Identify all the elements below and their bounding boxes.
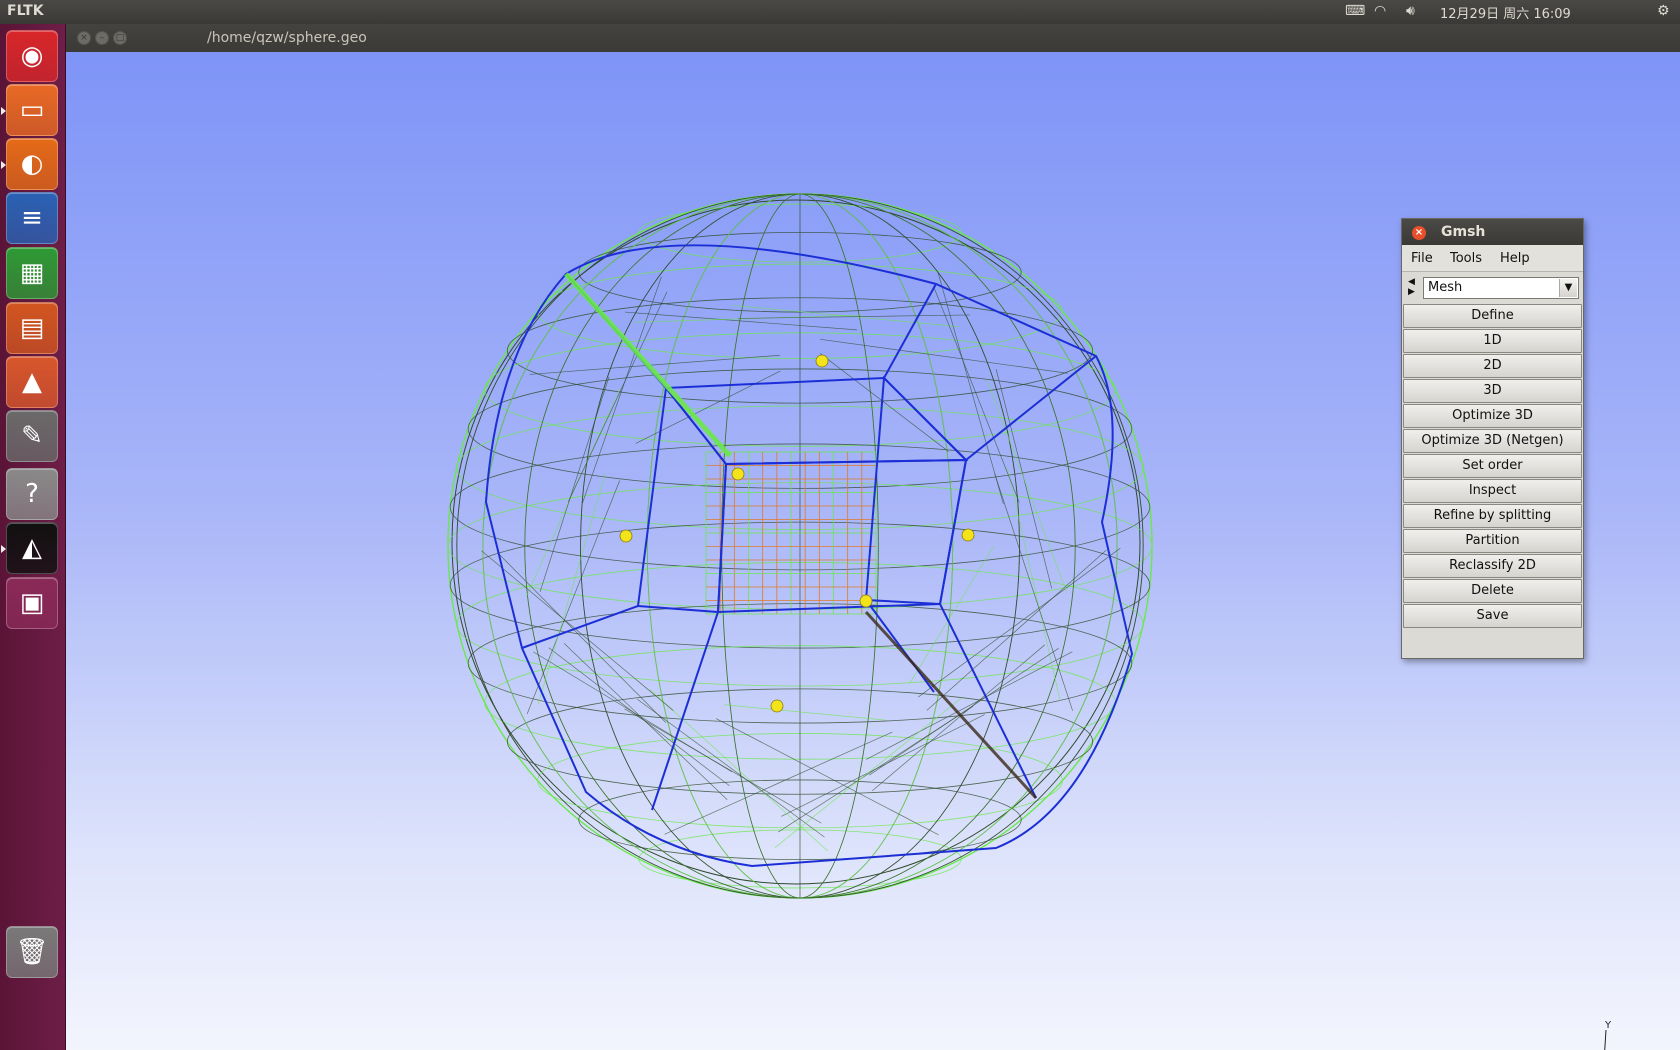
close-icon[interactable]: × [77, 31, 91, 45]
mesh-button-2d[interactable]: 2D [1403, 354, 1582, 378]
mesh-button-partition[interactable]: Partition [1403, 529, 1582, 553]
module-nav-icon[interactable]: ◀ ▶ [1408, 277, 1415, 297]
mesh-edge [533, 651, 733, 773]
axes-indicator: Y Z X [1604, 1020, 1612, 1050]
chevron-down-icon[interactable]: ▼ [1559, 279, 1577, 297]
module-row: ◀ ▶ Mesh ▼ [1402, 272, 1583, 303]
writer-icon[interactable]: ≡ [6, 192, 58, 244]
mesh-button-list: Define 1D 2D 3D Optimize 3D Optimize 3D (Netg… [1402, 304, 1583, 628]
mesh-edge [778, 705, 974, 833]
mesh-edge [582, 276, 662, 504]
gear-icon[interactable]: ⚙ [1657, 3, 1670, 19]
mesh-edge [1006, 467, 1061, 701]
mesh-button-save[interactable]: Save [1403, 604, 1582, 628]
geometry-point [770, 699, 784, 713]
mesh-edge [866, 651, 1073, 760]
mesh-button-reclassify-2d[interactable]: Reclassify 2D [1403, 554, 1582, 578]
mesh-button-set-order[interactable]: Set order [1403, 454, 1582, 478]
mesh-edge [724, 704, 885, 721]
gmsh-titlebar[interactable]: × Gmsh [1402, 219, 1583, 245]
module-select[interactable]: Mesh ▼ [1423, 277, 1579, 299]
geometry-point [619, 529, 633, 543]
geometry-point [731, 467, 745, 481]
minimize-icon[interactable]: – [95, 31, 109, 45]
mesh-button-optimize-3d[interactable]: Optimize 3D [1403, 404, 1582, 428]
volume-icon[interactable]: 🔊︎ [1406, 3, 1415, 19]
mesh-edge [481, 550, 674, 711]
mesh-button-optimize-3d-netgen[interactable]: Optimize 3D (Netgen) [1403, 429, 1582, 453]
menu-file[interactable]: File [1411, 251, 1433, 266]
window-title: /home/qzw/sphere.geo [207, 30, 367, 46]
sphere-outline-inner [451, 199, 1141, 885]
mesh-edge [548, 647, 730, 787]
workspace-switcher-icon[interactable]: ▣ [6, 577, 58, 629]
help-icon[interactable]: ? [6, 468, 58, 520]
mesh-edge [933, 285, 1020, 503]
mesh-button-1d[interactable]: 1D [1403, 329, 1582, 353]
mesh-button-3d[interactable]: 3D [1403, 379, 1582, 403]
menu-tools[interactable]: Tools [1450, 251, 1482, 266]
trash-icon[interactable]: 🗑︎ [6, 926, 58, 978]
close-icon[interactable]: × [1412, 226, 1426, 240]
files-icon[interactable]: ▭ [1, 84, 58, 136]
cube-top-face [664, 376, 969, 466]
gmsh-menubar: File Tools Help [1402, 245, 1583, 272]
wifi-icon[interactable]: ◠ [1374, 3, 1386, 19]
mesh-button-inspect[interactable]: Inspect [1403, 479, 1582, 503]
app-name: FLTK [7, 3, 44, 19]
mesh-button-refine-by-splitting[interactable]: Refine by splitting [1403, 504, 1582, 528]
keyboard-icon[interactable]: ⌨ [1345, 3, 1365, 19]
window-titlebar[interactable]: × – □ /home/qzw/sphere.geo [66, 24, 1680, 52]
mesh-edge [526, 480, 621, 714]
ubuntu-dash-icon[interactable]: ◉ [6, 30, 58, 82]
mesh-edge [568, 291, 668, 502]
maximize-icon[interactable]: □ [113, 31, 127, 45]
software-center-icon[interactable]: ▲ [6, 356, 58, 408]
mesh-edge [820, 338, 1068, 374]
menu-help[interactable]: Help [1500, 251, 1530, 266]
mesh-edge [781, 714, 985, 817]
impress-icon[interactable]: ▤ [6, 302, 58, 354]
calc-icon[interactable]: ▦ [6, 247, 58, 299]
top-panel: FLTK ⌨ ◠ 🔊︎ 12月29日 周六 16:09 ⚙ [0, 0, 1680, 24]
system-settings-icon[interactable]: ✎ [6, 410, 58, 462]
firefox-icon[interactable]: ◐ [1, 138, 58, 190]
geometry-point [961, 528, 975, 542]
launcher: ◉ ▭ ◐ ≡ ▦ ▤ ▲ ✎? ◭ ▣ 🗑︎ [0, 24, 66, 1050]
blue-connecting-edges [521, 273, 1097, 811]
mesh-edge [872, 644, 1046, 792]
module-select-value: Mesh [1428, 280, 1463, 295]
gmsh-icon[interactable]: ◭ [1, 522, 58, 574]
mesh-edge [539, 376, 610, 593]
mesh-edge [715, 718, 939, 836]
axis-y-label: Y [1604, 1020, 1612, 1031]
gmsh-panel: × Gmsh File Tools Help ◀ ▶ Mesh ▼ Define 1… [1401, 218, 1584, 659]
mesh-button-delete[interactable]: Delete [1403, 579, 1582, 603]
geometry-point [815, 354, 829, 368]
gmsh-title: Gmsh [1441, 224, 1486, 240]
geometry-point [859, 594, 873, 608]
mesh-button-define[interactable]: Define [1403, 304, 1582, 328]
cube-left-face [636, 385, 728, 614]
clock[interactable]: 12月29日 周六 16:09 [1440, 3, 1571, 22]
